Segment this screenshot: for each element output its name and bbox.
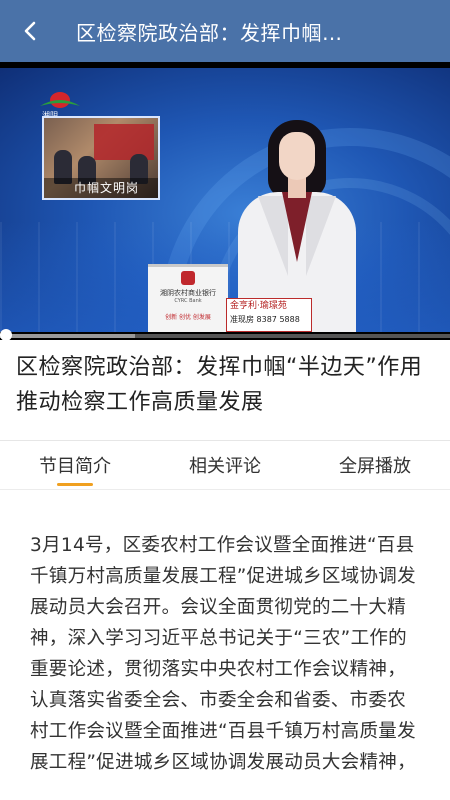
tab-fullscreen[interactable]: 全屏播放 [300,441,450,489]
article-title: 区检察院政治部：发挥巾帼“半边天”作用 推动检察工作高质量发展 [16,355,423,415]
tab-program-intro[interactable]: 节目简介 [0,441,150,489]
tab-label: 相关评论 [189,456,261,477]
video-player[interactable]: 湘阴 巾帼文明岗 湘阴农村商业银行 CYRC Bank 创新 创优 创发展 金亨… [0,62,450,340]
program-description: 3月14号，区委农村工作会议暨全面推进“百县千镇万村高质量发展工程”促进城乡区域… [30,535,416,773]
video-frame[interactable]: 湘阴 巾帼文明岗 湘阴农村商业银行 CYRC Bank 创新 创优 创发展 金亨… [0,68,450,332]
top-app-bar: 区检察院政治部：发挥巾帼… [0,0,450,62]
progress-knob[interactable] [0,329,12,340]
chevron-left-icon [24,21,36,41]
tab-label: 节目简介 [39,456,111,477]
tab-label: 全屏播放 [339,456,411,477]
inset-caption: 巾帼文明岗 [44,178,158,198]
back-button[interactable] [0,0,62,62]
bank-logo-icon [181,271,195,285]
progress-played [0,334,135,338]
tab-bar: 节目简介 相关评论 全屏播放 [0,441,450,489]
bank-sign: 湘阴农村商业银行 CYRC Bank 创新 创优 创发展 [148,264,228,332]
active-tab-indicator [57,483,93,486]
divider [0,489,450,490]
tab-comments[interactable]: 相关评论 [150,441,300,489]
inset-news-image: 巾帼文明岗 [42,116,160,200]
ad-line-2: 准现房 8387 5888 [230,315,300,324]
bank-name: 湘阴农村商业银行 [160,289,216,297]
video-progress-bar[interactable] [0,329,450,340]
ad-line-1: 金亨利·瑜璟苑 [230,301,287,311]
page-title: 区检察院政治部：发挥巾帼… [76,20,343,45]
advertisement-banner: 金亨利·瑜璟苑 准现房 8387 5888 [226,298,312,332]
bank-slogan: 创新 创优 创发展 [165,314,211,321]
bank-name-en: CYRC Bank [174,298,202,304]
